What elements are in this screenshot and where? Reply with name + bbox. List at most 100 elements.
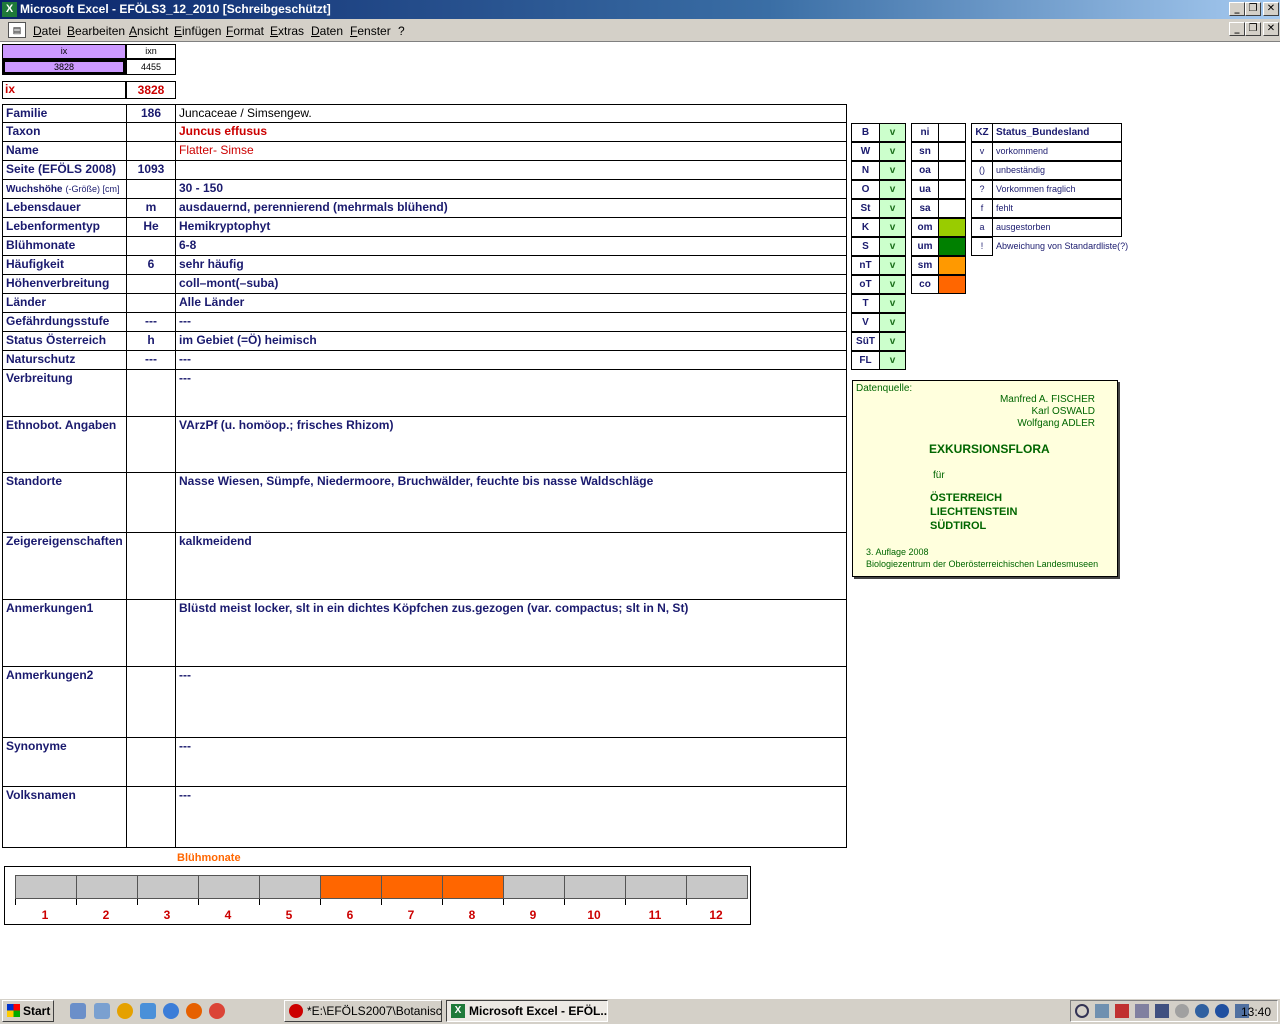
land-code[interactable]: nT (851, 256, 880, 275)
start-button[interactable]: Start (2, 1000, 54, 1022)
row-code[interactable] (126, 293, 176, 313)
minimize-button[interactable]: _ (1229, 2, 1245, 16)
land-code[interactable]: B (851, 123, 880, 142)
land-status[interactable]: v (879, 256, 906, 275)
menu-extras[interactable]: Extras (270, 24, 304, 38)
land-status[interactable]: v (879, 237, 906, 256)
row-code[interactable] (126, 786, 176, 848)
row-code[interactable] (126, 416, 176, 473)
row-code[interactable] (126, 179, 176, 199)
row-label[interactable]: Status Österreich (2, 331, 127, 351)
search-icon[interactable] (1075, 1004, 1089, 1018)
row-label[interactable]: Ethnobot. Angaben (2, 416, 127, 473)
hoehe-code[interactable]: om (911, 218, 939, 237)
hoehe-fill[interactable] (938, 199, 966, 218)
land-status[interactable]: v (879, 142, 906, 161)
menu-help[interactable]: ? (398, 24, 405, 38)
doc-close-button[interactable]: ✕ (1263, 22, 1279, 36)
row-value[interactable]: VArzPf (u. homöop.; frisches Rhizom) (175, 416, 847, 473)
ix-value-cell[interactable]: 3828 (2, 59, 126, 75)
row-value[interactable]: Alle Länder (175, 293, 847, 313)
row-label[interactable]: Standorte (2, 472, 127, 533)
maximize-button[interactable]: ❐ (1245, 2, 1261, 16)
row-label[interactable]: Gefährdungsstufe (2, 312, 127, 332)
alert-icon[interactable] (1115, 1004, 1129, 1018)
update-icon[interactable] (1175, 1004, 1189, 1018)
row-value[interactable]: Hemikryptophyt (175, 217, 847, 237)
row-code[interactable]: 6 (126, 255, 176, 275)
menu-ansicht[interactable]: Ansicht (129, 24, 168, 38)
row-label[interactable]: Familie (2, 104, 127, 123)
quick-launch-icon[interactable] (70, 1003, 86, 1019)
hoehe-fill[interactable] (938, 161, 966, 180)
hoehe-fill[interactable] (938, 275, 966, 294)
row-value[interactable]: --- (175, 350, 847, 370)
hoehe-code[interactable]: ni (911, 123, 939, 142)
row-label[interactable]: Anmerkungen2 (2, 666, 127, 738)
row-value[interactable]: Flatter- Simse (175, 141, 847, 161)
task-botanisc[interactable]: *E:\EFÖLS2007\Botanisc... (284, 1000, 442, 1022)
hoehe-fill[interactable] (938, 180, 966, 199)
bluetooth-icon[interactable] (1215, 1004, 1229, 1018)
row-value[interactable]: ausdauernd, perennierend (mehrmals blühe… (175, 198, 847, 218)
shield-icon[interactable] (1155, 1004, 1169, 1018)
row-label[interactable]: Länder (2, 293, 127, 313)
land-status[interactable]: v (879, 180, 906, 199)
data-source-box[interactable]: Datenquelle: Manfred A. FISCHER Karl OSW… (852, 380, 1118, 577)
hoehe-code[interactable]: ua (911, 180, 939, 199)
row-code[interactable]: --- (126, 350, 176, 370)
row-code[interactable] (126, 122, 176, 142)
row-code[interactable]: He (126, 217, 176, 237)
land-status[interactable]: v (879, 332, 906, 351)
row-code[interactable] (126, 274, 176, 294)
row-code[interactable] (126, 236, 176, 256)
chrome-icon[interactable] (209, 1003, 225, 1019)
land-status[interactable]: v (879, 351, 906, 370)
land-code[interactable]: St (851, 199, 880, 218)
row-label[interactable]: Lebenformentyp (2, 217, 127, 237)
row-label[interactable]: Höhenverbreitung (2, 274, 127, 294)
hoehe-code[interactable]: sm (911, 256, 939, 275)
row-value[interactable]: --- (175, 369, 847, 417)
row-code[interactable] (126, 599, 176, 667)
row-label[interactable]: Volksnamen (2, 786, 127, 848)
row-code[interactable]: h (126, 331, 176, 351)
row-value[interactable]: 6-8 (175, 236, 847, 256)
land-status[interactable]: v (879, 294, 906, 313)
row-label[interactable]: Blühmonate (2, 236, 127, 256)
land-code[interactable]: T (851, 294, 880, 313)
ie-icon[interactable] (163, 1003, 179, 1019)
workbook-icon[interactable]: ▤ (8, 22, 26, 38)
menu-format[interactable]: Format (226, 24, 264, 38)
row-code[interactable] (126, 737, 176, 787)
row-label[interactable]: Taxon (2, 122, 127, 142)
task-excel[interactable]: X Microsoft Excel - EFÖL... (446, 1000, 608, 1022)
land-status[interactable]: v (879, 161, 906, 180)
row-value[interactable]: coll–mont(–suba) (175, 274, 847, 294)
hoehe-fill[interactable] (938, 218, 966, 237)
row-value[interactable]: Juncus effusus (175, 122, 847, 142)
info-icon[interactable] (1195, 1004, 1209, 1018)
land-code[interactable]: S (851, 237, 880, 256)
row-code[interactable] (126, 472, 176, 533)
row-value[interactable]: Nasse Wiesen, Sümpfe, Niedermoore, Bruch… (175, 472, 847, 533)
row-code[interactable]: 186 (126, 104, 176, 123)
hoehe-fill[interactable] (938, 256, 966, 275)
land-code[interactable]: V (851, 313, 880, 332)
row-label[interactable]: Synonyme (2, 737, 127, 787)
doc-restore-button[interactable]: ❐ (1245, 22, 1261, 36)
firefox-icon[interactable] (186, 1003, 202, 1019)
ixn-header[interactable]: ixn (126, 44, 176, 59)
row-value[interactable]: Blüstd meist locker, slt in ein dichtes … (175, 599, 847, 667)
row-label[interactable]: Lebensdauer (2, 198, 127, 218)
row-code[interactable] (126, 532, 176, 600)
excel-icon[interactable]: X (2, 2, 17, 17)
row-value[interactable] (175, 160, 847, 180)
row-value[interactable]: --- (175, 737, 847, 787)
hoehe-code[interactable]: co (911, 275, 939, 294)
close-button[interactable]: ✕ (1263, 2, 1279, 16)
hoehe-code[interactable]: sn (911, 142, 939, 161)
land-code[interactable]: W (851, 142, 880, 161)
row-code[interactable]: 1093 (126, 160, 176, 180)
row-label[interactable]: Seite (EFÖLS 2008) (2, 160, 127, 180)
